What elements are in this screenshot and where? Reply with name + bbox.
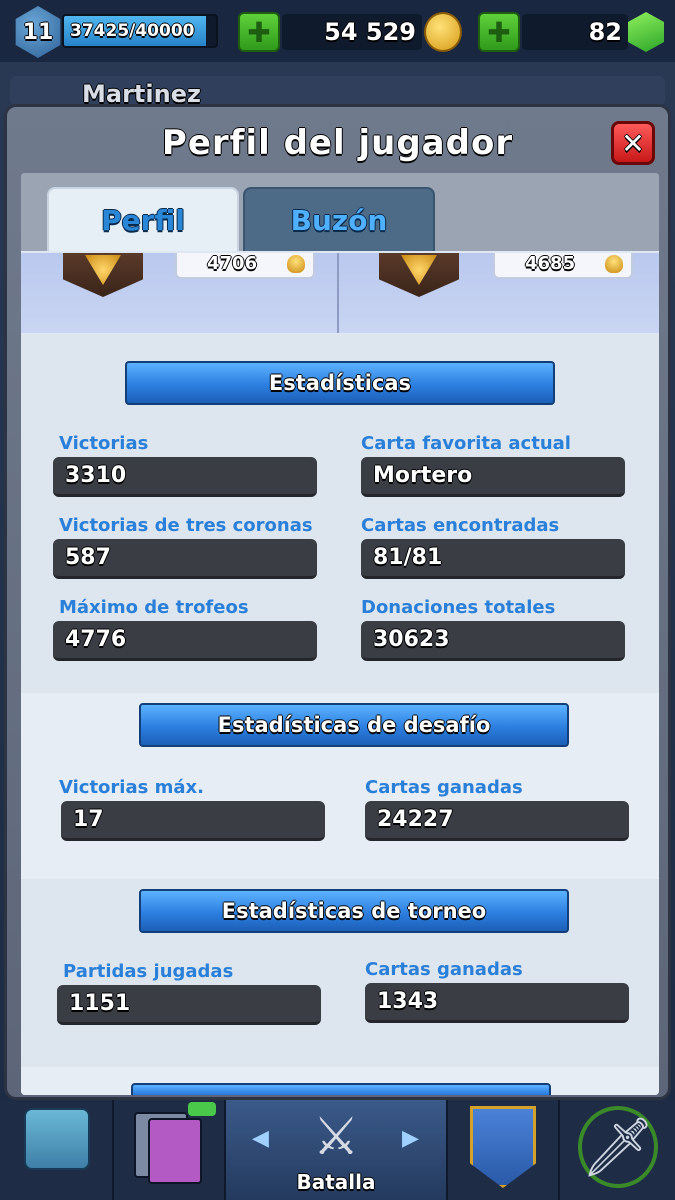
trophy-count-right: 4685 bbox=[493, 253, 633, 279]
swords-icon: ⚔ bbox=[312, 1107, 360, 1167]
stat-label: Donaciones totales bbox=[361, 597, 556, 618]
arena-shield-icon bbox=[379, 253, 459, 297]
stat-value: 1151 bbox=[57, 985, 321, 1025]
tab-buzon[interactable]: Buzón bbox=[243, 187, 435, 251]
trophy-icon bbox=[287, 255, 305, 273]
gold-amount: 54 529 bbox=[282, 14, 422, 50]
stat-value: 4776 bbox=[53, 621, 317, 661]
challenge-ribbon: Estadísticas de desafío bbox=[139, 703, 569, 747]
stat-label: Partidas jugadas bbox=[63, 961, 234, 982]
xp-text: 37425/40000 bbox=[70, 21, 195, 41]
challenge-title: Estadísticas de desafío bbox=[217, 713, 491, 737]
level-badge-icon[interactable]: 11 bbox=[15, 6, 61, 58]
xp-bar: 37425/40000 bbox=[62, 14, 218, 48]
stat-value: 3310 bbox=[53, 457, 317, 497]
stat-label: Cartas encontradas bbox=[361, 515, 560, 536]
gem-icon bbox=[628, 12, 664, 52]
stat-value: 17 bbox=[61, 801, 325, 841]
stat-label: Victorias bbox=[59, 433, 149, 454]
tournament-section: Estadísticas de torneo Partidas jugadas … bbox=[21, 879, 659, 1067]
close-button[interactable]: ✕ bbox=[611, 121, 655, 165]
trophy-icon bbox=[605, 255, 623, 273]
tournament-ribbon: Estadísticas de torneo bbox=[139, 889, 569, 933]
modal-content: Perfil Buzón 4706 4685 Estadísticas Vict… bbox=[21, 173, 659, 1095]
modal-title: Perfil del jugador bbox=[161, 123, 514, 163]
chevron-right-icon[interactable]: ▶ bbox=[402, 1126, 419, 1151]
player-profile-modal: Perfil del jugador ✕ Perfil Buzón 4706 4… bbox=[4, 104, 671, 1100]
nav-shop[interactable] bbox=[0, 1100, 114, 1200]
tournament-title: Estadísticas de torneo bbox=[221, 899, 487, 923]
stat-label: Carta favorita actual bbox=[361, 433, 571, 454]
stat-label: Cartas ganadas bbox=[365, 959, 523, 980]
battle-label: Batalla bbox=[296, 1170, 376, 1194]
stats-title: Estadísticas bbox=[268, 371, 412, 395]
chevron-left-icon[interactable]: ◀ bbox=[252, 1126, 269, 1151]
tabs-area: Perfil Buzón bbox=[21, 173, 659, 251]
nav-tournaments[interactable]: 🗡 bbox=[560, 1100, 675, 1200]
nav-cards[interactable] bbox=[114, 1100, 226, 1200]
cards-icon bbox=[134, 1106, 208, 1184]
tab-perfil[interactable]: Perfil bbox=[47, 187, 239, 251]
close-icon: ✕ bbox=[621, 126, 645, 160]
gems-amount: 82 bbox=[522, 14, 628, 50]
stat-label: Máximo de trofeos bbox=[59, 597, 249, 618]
cards-badge bbox=[188, 1102, 216, 1116]
trophy-value-left: 4706 bbox=[207, 253, 258, 274]
next-section-peek bbox=[21, 1067, 659, 1095]
stats-section: Estadísticas Victorias 3310 Carta favori… bbox=[21, 335, 659, 693]
coin-icon bbox=[424, 12, 462, 52]
arena-strip: 4706 4685 bbox=[21, 253, 659, 333]
stat-value: 1343 bbox=[365, 983, 629, 1023]
top-bar: 11 37425/40000 ✚ 54 529 ✚ 82 bbox=[0, 0, 675, 62]
nav-clan[interactable] bbox=[448, 1100, 560, 1200]
tab-buzon-label: Buzón bbox=[290, 203, 388, 237]
trophy-value-right: 4685 bbox=[525, 253, 576, 274]
stat-label: Cartas ganadas bbox=[365, 777, 523, 798]
tab-perfil-label: Perfil bbox=[101, 203, 185, 237]
nav-battle[interactable]: ◀ ⚔ ▶ Batalla bbox=[226, 1100, 448, 1200]
stat-value: Mortero bbox=[361, 457, 625, 497]
sword-icon: 🗡 bbox=[581, 1113, 655, 1181]
stat-value: 587 bbox=[53, 539, 317, 579]
plus-icon: ✚ bbox=[487, 15, 511, 49]
add-gems-button[interactable]: ✚ bbox=[478, 12, 520, 52]
chest-icon bbox=[24, 1108, 90, 1170]
stat-value: 81/81 bbox=[361, 539, 625, 579]
next-ribbon bbox=[131, 1083, 551, 1095]
stat-label: Victorias máx. bbox=[59, 777, 204, 798]
stat-value: 30623 bbox=[361, 621, 625, 661]
plus-icon: ✚ bbox=[247, 15, 271, 49]
trophy-count-left: 4706 bbox=[175, 253, 315, 279]
arena-divider bbox=[337, 253, 339, 333]
stats-ribbon: Estadísticas bbox=[125, 361, 555, 405]
stat-value: 24227 bbox=[365, 801, 629, 841]
arena-shield-icon bbox=[63, 253, 143, 297]
challenge-section: Estadísticas de desafío Victorias máx. 1… bbox=[21, 693, 659, 879]
bottom-nav: ◀ ⚔ ▶ Batalla 🗡 bbox=[0, 1100, 675, 1200]
clan-icon bbox=[470, 1106, 536, 1188]
level-number: 11 bbox=[22, 19, 54, 45]
stat-label: Victorias de tres coronas bbox=[59, 515, 313, 536]
add-gold-button[interactable]: ✚ bbox=[238, 12, 280, 52]
